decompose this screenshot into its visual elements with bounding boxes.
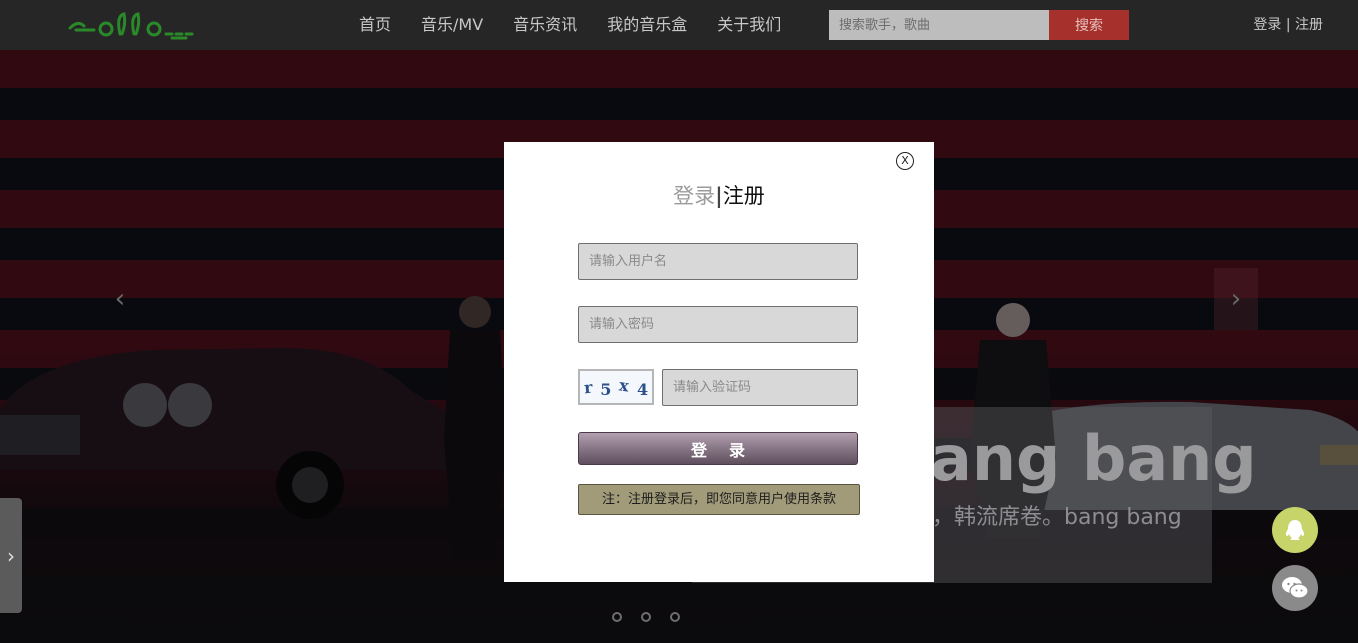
search-button[interactable]: 搜索 (1049, 10, 1129, 40)
password-field[interactable] (578, 306, 858, 343)
carousel-dot-3[interactable] (670, 612, 680, 622)
qq-icon (1285, 520, 1305, 540)
captcha-field[interactable] (662, 369, 858, 406)
captcha-char: r (582, 377, 594, 397)
main-nav: 首页 音乐/MV 音乐资讯 我的音乐盒 关于我们 (344, 0, 796, 50)
login-submit-button[interactable]: 登录 (578, 432, 858, 465)
captcha-char: 4 (636, 379, 649, 399)
auth-separator: | (1285, 17, 1291, 33)
wechat-icon (1282, 577, 1309, 599)
terms-notice: 注：注册登录后，即您同意用户使用条款 (578, 484, 860, 515)
banner-next-button[interactable]: › (1214, 268, 1258, 330)
captcha-char: 5 (600, 379, 612, 399)
top-navigation-bar: 首页 音乐/MV 音乐资讯 我的音乐盒 关于我们 搜索 登录 | 注册 (0, 0, 1358, 50)
nav-about-us[interactable]: 关于我们 (702, 0, 796, 50)
qq-button[interactable] (1272, 507, 1318, 553)
auth-links: 登录 | 注册 (1253, 0, 1323, 50)
banner-subtitle: ，韩流席卷。bang bang (932, 505, 1182, 530)
carousel-dot-2[interactable] (641, 612, 651, 622)
close-button[interactable]: X (896, 152, 914, 170)
nav-music-mv[interactable]: 音乐/MV (406, 0, 498, 50)
nav-home[interactable]: 首页 (344, 0, 406, 50)
nav-music-news[interactable]: 音乐资讯 (498, 0, 592, 50)
captcha-char: x (618, 374, 631, 396)
captcha-image[interactable]: r 5 x 4 (578, 369, 654, 405)
banner-title: ang bang (930, 422, 1257, 495)
tab-register[interactable]: 注册 (723, 184, 765, 208)
modal-tabs: 登录|注册 (504, 180, 934, 210)
login-modal: X 登录|注册 r 5 x 4 登录 注：注册登录后，即您同意用户使用条款 (504, 142, 934, 582)
login-link[interactable]: 登录 (1253, 17, 1281, 33)
nav-my-music-box[interactable]: 我的音乐盒 (592, 0, 702, 50)
chevron-left-icon: ‹ (114, 284, 126, 314)
tab-login[interactable]: 登录 (673, 184, 715, 208)
carousel-dot-1[interactable] (612, 612, 622, 622)
side-expand-tab[interactable]: › (0, 498, 22, 613)
carousel-indicators (612, 612, 680, 622)
tab-separator: | (715, 183, 723, 208)
wechat-button[interactable] (1272, 565, 1318, 611)
site-logo[interactable] (68, 10, 198, 40)
banner-prev-button[interactable]: ‹ (98, 268, 142, 330)
chevron-right-icon: › (7, 543, 15, 568)
search-input[interactable] (829, 10, 1049, 40)
username-field[interactable] (578, 243, 858, 280)
chevron-right-icon: › (1230, 284, 1242, 314)
register-link[interactable]: 注册 (1295, 17, 1323, 33)
